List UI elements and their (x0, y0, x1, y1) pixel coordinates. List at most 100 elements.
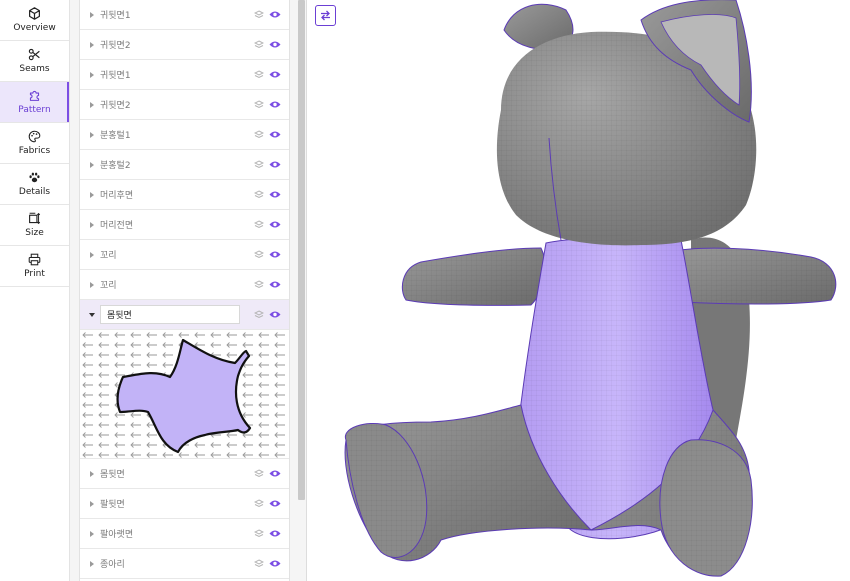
side-rail: Overview Seams Pattern Fabrics Details S… (0, 0, 70, 581)
eye-icon[interactable] (269, 70, 281, 79)
piece-label: 귀뒷면1 (100, 11, 131, 21)
layers-icon[interactable] (254, 249, 264, 260)
piece-row[interactable]: 팔아랫면 (80, 519, 289, 549)
bear-model (344, 0, 837, 577)
chevron-right-icon[interactable] (90, 530, 94, 537)
piece-preview (80, 330, 289, 459)
puzzle-icon (29, 90, 40, 101)
rail-details[interactable]: Details (0, 164, 69, 205)
chevron-right-icon[interactable] (90, 101, 94, 108)
piece-row[interactable]: 꼬리 (80, 270, 289, 300)
piece-label: 팔뒷면 (100, 500, 125, 510)
piece-label: 분홍털2 (100, 161, 131, 171)
layers-icon[interactable] (254, 189, 264, 200)
piece-row[interactable]: 분홍털2 (80, 150, 289, 180)
piece-label: 머리후면 (100, 191, 134, 201)
layers-icon[interactable] (254, 39, 264, 50)
rail-label: Seams (19, 64, 50, 74)
eye-icon[interactable] (269, 280, 281, 289)
layers-icon[interactable] (254, 99, 264, 110)
layers-icon[interactable] (254, 279, 264, 290)
eye-icon[interactable] (269, 190, 281, 199)
piece-label: 귀뒷면2 (100, 101, 131, 111)
rail-label: Size (25, 228, 44, 238)
rail-label: Pattern (18, 105, 51, 115)
layers-icon[interactable] (254, 558, 264, 569)
eye-icon[interactable] (269, 499, 281, 508)
eye-icon[interactable] (269, 130, 281, 139)
chevron-right-icon[interactable] (90, 560, 94, 567)
rail-print[interactable]: Print (0, 246, 69, 287)
layers-icon[interactable] (254, 9, 264, 20)
rail-fabrics[interactable]: Fabrics (0, 123, 69, 164)
eye-icon[interactable] (269, 10, 281, 19)
rail-overview[interactable]: Overview (0, 0, 69, 41)
rail-label: Details (18, 187, 51, 197)
3d-viewport[interactable] (306, 0, 850, 581)
chevron-right-icon[interactable] (90, 221, 94, 228)
piece-row[interactable]: 종아리 (80, 549, 289, 579)
palette-icon (28, 130, 41, 143)
layers-icon[interactable] (254, 309, 264, 320)
layers-icon[interactable] (254, 498, 264, 509)
rail-label: Print (24, 269, 45, 279)
eye-icon[interactable] (269, 160, 281, 169)
piece-label: 꼬리 (100, 251, 117, 261)
chevron-right-icon[interactable] (90, 251, 94, 258)
chevron-right-icon[interactable] (90, 281, 94, 288)
cube-icon (29, 7, 40, 20)
scissors-icon (28, 48, 40, 61)
piece-shape-preview (80, 330, 289, 458)
chevron-right-icon[interactable] (90, 191, 94, 198)
eye-icon[interactable] (269, 559, 281, 568)
layers-icon[interactable] (254, 219, 264, 230)
piece-label: 종아리 (100, 560, 125, 570)
chevron-right-icon[interactable] (90, 11, 94, 18)
piece-row[interactable]: 머리후면 (80, 180, 289, 210)
panel-scrollbar[interactable] (298, 0, 305, 500)
piece-row[interactable]: 팔뒷면 (80, 489, 289, 519)
piece-row[interactable]: 분홍털1 (80, 120, 289, 150)
eye-icon[interactable] (269, 40, 281, 49)
pattern-panel: 귀뒷면1 귀뒷면2 귀뒷면1 귀뒷면2 분홍털1 분홍털2 머리후면 머리전면 꼬리 꼬리 몸 (70, 0, 306, 581)
resize-icon (29, 212, 41, 225)
chevron-right-icon[interactable] (90, 41, 94, 48)
chevron-right-icon[interactable] (90, 161, 94, 168)
piece-row[interactable]: 꼬리 (80, 240, 289, 270)
piece-list: 귀뒷면1 귀뒷면2 귀뒷면1 귀뒷면2 분홍털1 분홍털2 머리후면 머리전면 꼬리 꼬리 몸 (79, 0, 290, 581)
piece-label: 꼬리 (100, 281, 117, 291)
piece-row[interactable]: 몸뒷면 (80, 459, 289, 489)
eye-icon[interactable] (269, 220, 281, 229)
layers-icon[interactable] (254, 468, 264, 479)
chevron-right-icon[interactable] (90, 500, 94, 507)
layers-icon[interactable] (254, 159, 264, 170)
eye-icon[interactable] (269, 529, 281, 538)
layers-icon[interactable] (254, 69, 264, 80)
piece-row[interactable]: 귀뒷면1 (80, 0, 289, 30)
piece-row[interactable]: 머리전면 (80, 210, 289, 240)
layers-icon[interactable] (254, 528, 264, 539)
eye-icon[interactable] (269, 250, 281, 259)
rail-size[interactable]: Size (0, 205, 69, 246)
chevron-down-icon[interactable] (89, 312, 95, 317)
rail-pattern[interactable]: Pattern (0, 82, 69, 123)
eye-icon[interactable] (269, 310, 281, 319)
layers-icon[interactable] (254, 129, 264, 140)
eye-icon[interactable] (269, 100, 281, 109)
piece-label: 귀뒷면2 (100, 41, 131, 51)
eye-icon[interactable] (269, 469, 281, 478)
chevron-right-icon[interactable] (90, 71, 94, 78)
piece-row[interactable]: 귀뒷면2 (80, 30, 289, 60)
piece-row[interactable]: 귀뒷면2 (80, 90, 289, 120)
piece-name-input[interactable] (100, 305, 240, 324)
rail-seams[interactable]: Seams (0, 41, 69, 82)
paw-icon (29, 172, 40, 183)
rail-label: Fabrics (18, 146, 51, 156)
piece-row[interactable]: 귀뒷면1 (80, 60, 289, 90)
rail-label: Overview (13, 23, 56, 33)
chevron-right-icon[interactable] (90, 470, 94, 477)
piece-label: 분홍털1 (100, 131, 131, 141)
chevron-right-icon[interactable] (90, 131, 94, 138)
piece-label: 몸뒷면 (100, 470, 125, 480)
piece-row-selected[interactable] (80, 300, 289, 330)
